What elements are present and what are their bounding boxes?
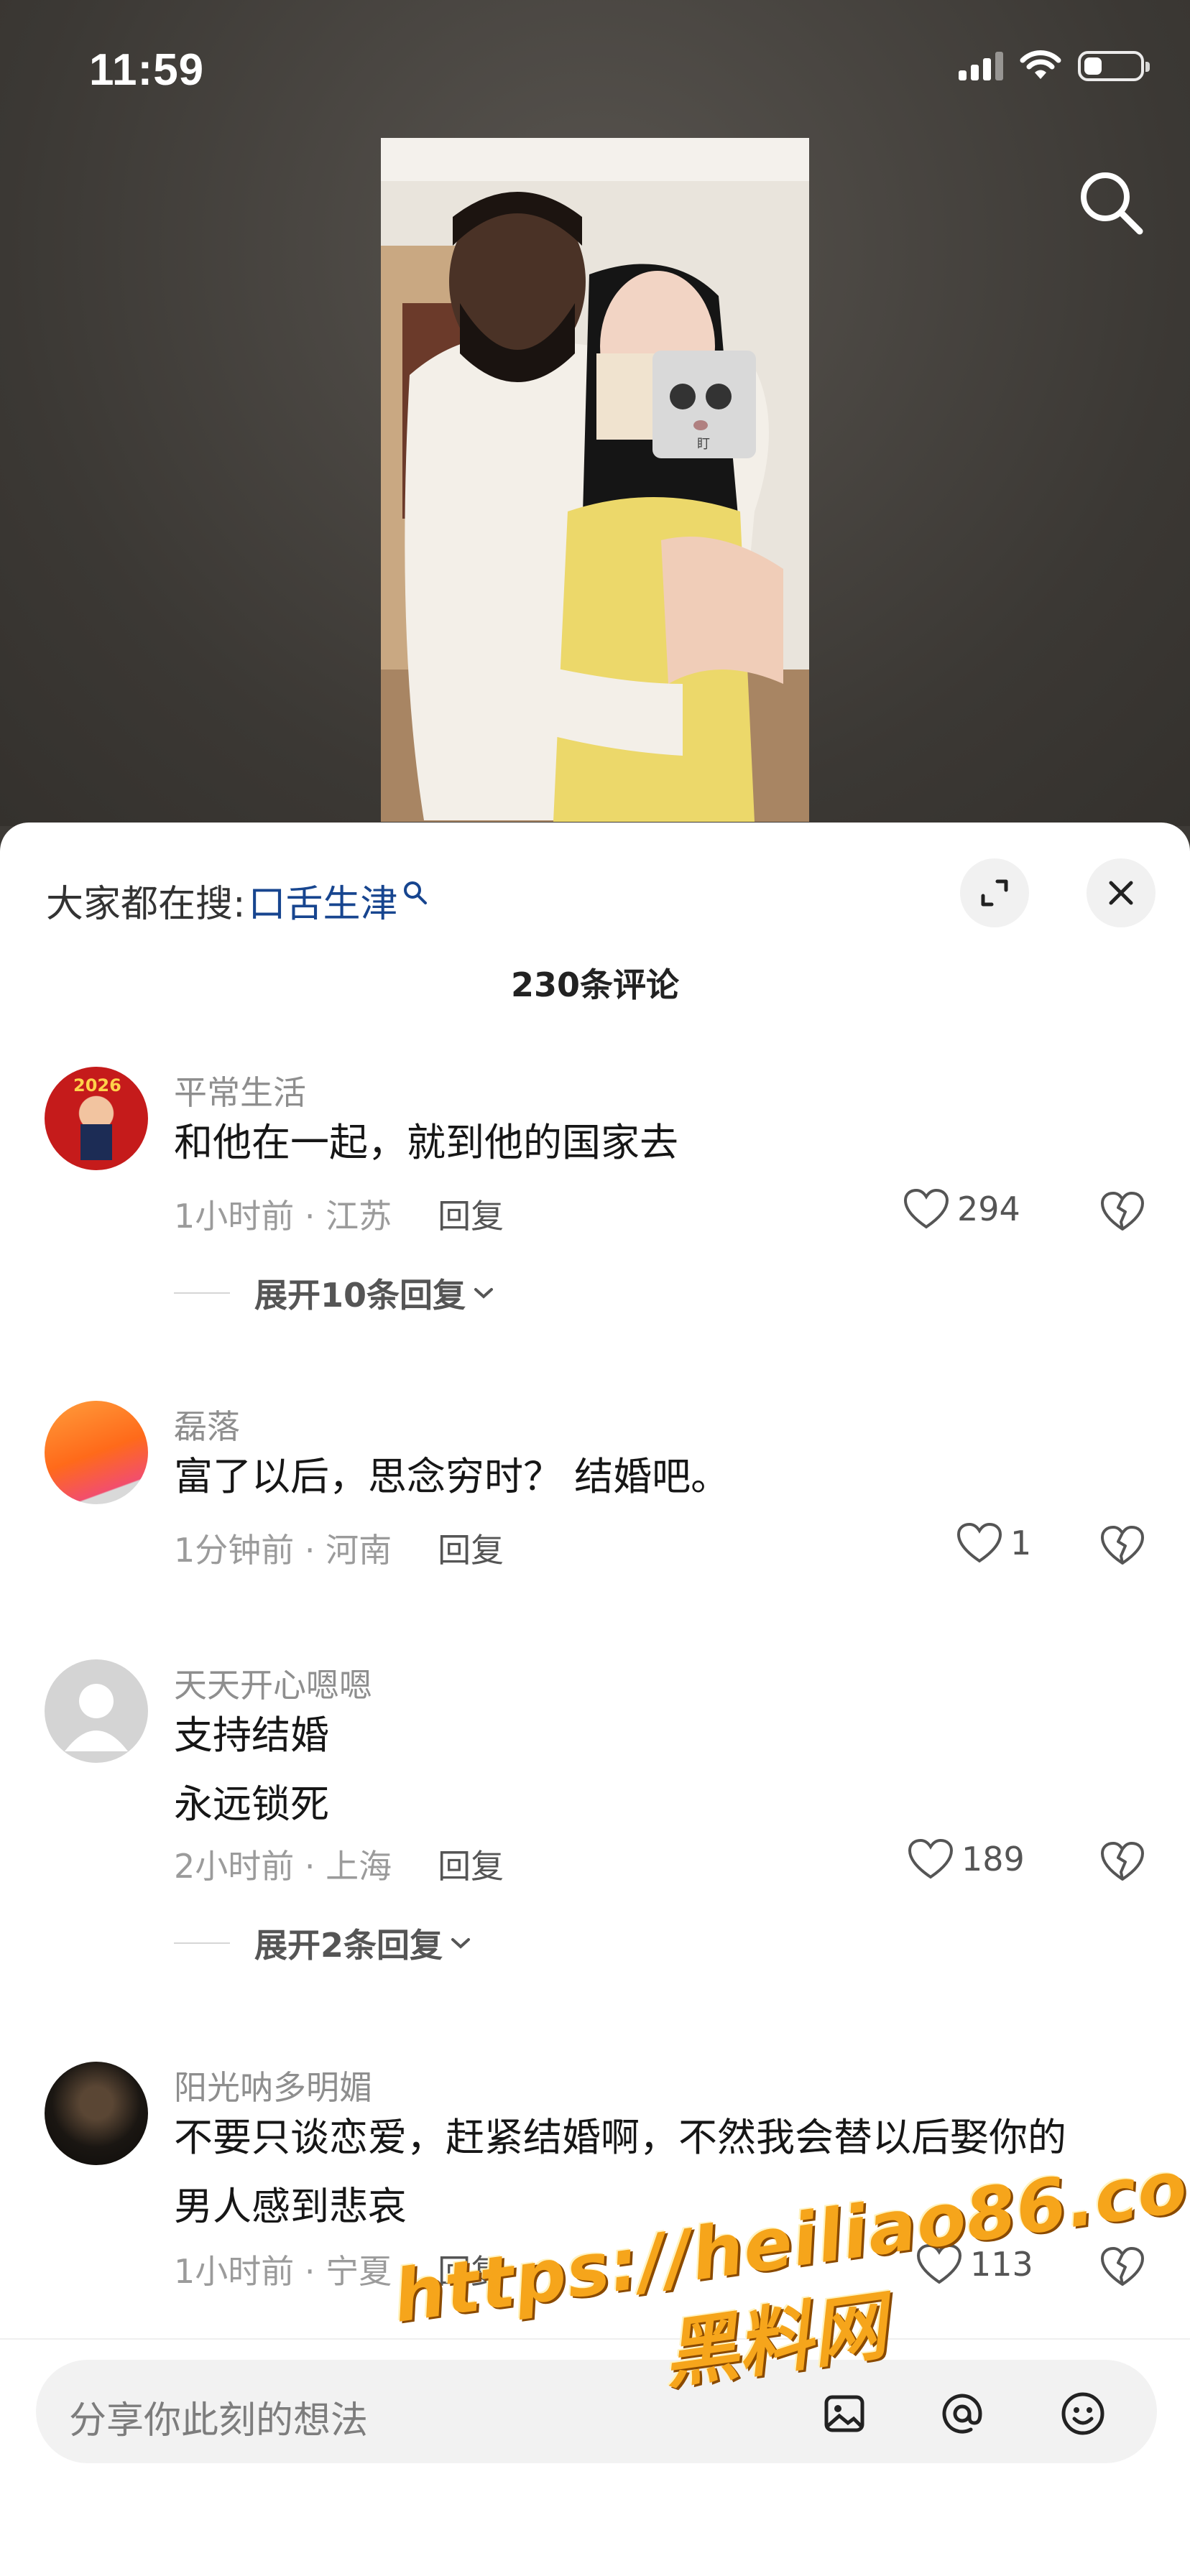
comment-text: 富了以后，思念穷时？ 结婚吧。 bbox=[174, 1442, 729, 1511]
reply-button[interactable]: 回复 bbox=[438, 1197, 504, 1236]
comment-time-location: 1小时前 · 江苏 bbox=[174, 1197, 392, 1236]
video-thumbnail[interactable]: 盯 bbox=[381, 138, 809, 822]
avatar[interactable] bbox=[45, 1401, 148, 1504]
dislike-icon[interactable] bbox=[1099, 1524, 1145, 1566]
dislike-icon[interactable] bbox=[1099, 2246, 1145, 2287]
like-count: 1 bbox=[1010, 1524, 1032, 1562]
cellular-signal-icon bbox=[959, 52, 1003, 80]
chevron-down-icon bbox=[474, 1288, 494, 1299]
trending-label: 大家都在搜: bbox=[46, 882, 246, 926]
heart-icon bbox=[956, 1522, 1002, 1563]
like-button[interactable]: 1 bbox=[956, 1521, 1031, 1565]
like-count: 294 bbox=[957, 1190, 1020, 1228]
like-count: 189 bbox=[961, 1840, 1025, 1878]
wifi-icon bbox=[1020, 50, 1061, 79]
comment-input-placeholder: 分享你此刻的想法 bbox=[69, 2399, 369, 2442]
comment-time-location: 1小时前 · 宁夏 bbox=[174, 2252, 392, 2291]
expand-icon bbox=[981, 879, 1008, 907]
avatar[interactable]: 2026 bbox=[45, 1067, 148, 1170]
couple-photo: 盯 bbox=[381, 138, 809, 822]
reply-button[interactable]: 回复 bbox=[438, 2252, 504, 2291]
search-icon bbox=[403, 881, 427, 904]
expand-button[interactable] bbox=[960, 858, 1029, 927]
like-count: 113 bbox=[970, 2245, 1033, 2284]
expand-replies-button[interactable]: 展开2条回复 bbox=[174, 1919, 473, 1967]
heart-icon bbox=[908, 1838, 954, 1879]
reply-button[interactable]: 回复 bbox=[438, 1847, 504, 1886]
status-time: 11:59 bbox=[89, 45, 205, 95]
image-icon[interactable] bbox=[819, 2389, 870, 2439]
comment-username[interactable]: 天天开心嗯嗯 bbox=[174, 1659, 372, 1707]
reply-button[interactable]: 回复 bbox=[438, 1531, 504, 1570]
expand-replies-button[interactable]: 展开10条回复 bbox=[174, 1269, 496, 1317]
comment-username[interactable]: 磊落 bbox=[174, 1401, 240, 1448]
comment-text-line: 不要只谈恋爱，赶紧结婚啊，不然我会替以后娶你的 bbox=[174, 2115, 1066, 2160]
comment-meta: 2小时前 · 上海 回复 bbox=[174, 1840, 504, 1888]
svg-text:盯: 盯 bbox=[697, 437, 710, 452]
dislike-icon[interactable] bbox=[1099, 1190, 1145, 1232]
comment-time-location: 2小时前 · 上海 bbox=[174, 1847, 392, 1886]
battery-icon bbox=[1078, 51, 1150, 81]
expand-replies-label: 展开2条回复 bbox=[254, 1926, 443, 1965]
trending-term-link[interactable]: 口舌生津 bbox=[249, 874, 398, 927]
dislike-icon[interactable] bbox=[1099, 1840, 1145, 1882]
close-icon bbox=[1109, 881, 1133, 905]
status-bar: 11:59 bbox=[0, 0, 1190, 144]
comments-sheet: 大家都在搜: 口舌生津 230条评论 2026 平常生活 和他在一起，就到他的国… bbox=[0, 823, 1190, 2575]
comment-meta: 1分钟前 · 河南 回复 bbox=[174, 1524, 504, 1572]
comment-meta: 1小时前 · 宁夏 回复 bbox=[174, 2246, 504, 2293]
comment-text-line: 永远锁死 bbox=[174, 1782, 329, 1827]
emoji-icon[interactable] bbox=[1058, 2389, 1108, 2439]
svg-text:2026: 2026 bbox=[73, 1075, 121, 1095]
comment-text: 支持结婚 永远锁死 bbox=[174, 1701, 329, 1839]
comment-username[interactable]: 平常生活 bbox=[174, 1067, 306, 1114]
comment-text-line: 男人感到悲哀 bbox=[174, 2184, 407, 2229]
comment-text: 和他在一起，就到他的国家去 bbox=[174, 1108, 678, 1177]
avatar[interactable] bbox=[45, 1659, 148, 1763]
comment-text-line: 和他在一起，就到他的国家去 bbox=[174, 1120, 678, 1165]
comment-input[interactable]: 分享你此刻的想法 bbox=[36, 2360, 1157, 2463]
comment-text-line: 富了以后，思念穷时？ 结婚吧。 bbox=[174, 1454, 730, 1499]
expand-replies-label: 展开10条回复 bbox=[254, 1276, 466, 1315]
comment-input-bar: 分享你此刻的想法 bbox=[0, 2338, 1190, 2576]
trending-search: 大家都在搜: 口舌生津 bbox=[46, 871, 430, 929]
comment-time-location: 1分钟前 · 河南 bbox=[174, 1531, 392, 1570]
avatar[interactable] bbox=[45, 2062, 148, 2165]
like-button[interactable]: 294 bbox=[903, 1187, 1020, 1231]
comment-text-line: 支持结婚 bbox=[174, 1713, 329, 1758]
search-icon[interactable] bbox=[1072, 164, 1151, 243]
chevron-down-icon bbox=[451, 1938, 471, 1949]
heart-icon bbox=[916, 2243, 962, 2284]
like-button[interactable]: 189 bbox=[907, 1838, 1025, 1881]
comment-text: 不要只谈恋爱，赶紧结婚啊，不然我会替以后娶你的 男人感到悲哀 bbox=[174, 2103, 1066, 2241]
status-icons bbox=[959, 50, 1150, 82]
video-background: 11:59 盯 bbox=[0, 0, 1190, 826]
heart-icon bbox=[903, 1188, 949, 1229]
comment-username[interactable]: 阳光呐多明媚 bbox=[174, 2062, 372, 2109]
comment-count: 230条评论 bbox=[510, 965, 680, 1004]
like-button[interactable]: 113 bbox=[915, 2243, 1033, 2286]
mention-icon[interactable] bbox=[937, 2389, 987, 2439]
comment-meta: 1小时前 · 江苏 回复 bbox=[174, 1190, 504, 1238]
close-button[interactable] bbox=[1087, 858, 1156, 927]
